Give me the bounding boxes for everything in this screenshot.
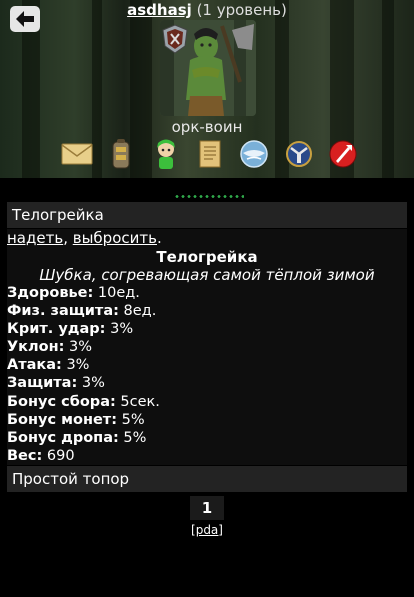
stat-value: 10ед. [97, 285, 140, 301]
stat-label: Здоровье: [7, 285, 94, 301]
class-label: орк-воин [171, 118, 243, 136]
scroll-icon[interactable] [193, 137, 227, 171]
item-name: Телогрейка [156, 248, 258, 266]
pda-link[interactable]: [pda] [191, 523, 223, 537]
pvp-icon[interactable] [326, 137, 360, 171]
stat-label: Вес: [7, 447, 43, 464]
stat-row: Бонус монет: 5% [7, 411, 407, 429]
guild-icon[interactable] [282, 137, 316, 171]
inventory-bag-icon[interactable] [104, 137, 138, 171]
stat-label: Крит. удар: [7, 321, 106, 338]
stat-value: 3% [81, 375, 105, 392]
loading-dots [174, 195, 244, 198]
stat-row: Крит. удар: 3% [7, 320, 407, 338]
stat-label: Защита: [7, 375, 78, 392]
stat-label: Бонус монет: [7, 411, 117, 428]
stat-label: Бонус сбора: [7, 393, 116, 410]
globe-icon[interactable] [237, 137, 271, 171]
stat-value: 690 [46, 447, 75, 464]
username-link[interactable]: asdhasj [127, 1, 192, 19]
stat-row: Бонус дропа: 5% [7, 429, 407, 447]
stat-label: Атака: [7, 357, 62, 374]
stat-row: Вес: 690 [7, 447, 407, 465]
warrior-class-icon [162, 24, 188, 54]
stat-row: Атака: 3% [7, 356, 407, 374]
item-details: надеть, выбросить. Телогрейка Шубка, сог… [7, 229, 407, 465]
drop-link[interactable]: выбросить [73, 229, 157, 247]
stat-label: Физ. защита: [7, 303, 119, 320]
stat-row: Защита: 3% [7, 374, 407, 392]
stat-value: 5% [123, 429, 147, 446]
item-panel-header[interactable]: Телогрейка [7, 202, 407, 228]
profile-menu [60, 137, 360, 171]
item-description: Шубка, согревающая самой тёплой зимой [39, 266, 375, 284]
stat-row: Здоровье: 10ед. [7, 284, 407, 302]
item-panel-title: Телогрейка [12, 206, 104, 224]
item-actions: надеть, выбросить. [7, 229, 407, 247]
stat-row: Физ. защита: 8ед. [7, 302, 407, 320]
stat-value: 3% [110, 321, 134, 338]
stat-value: 3% [66, 357, 90, 374]
next-item-title: Простой топор [12, 470, 130, 488]
next-item-panel[interactable]: Простой топор [7, 466, 407, 492]
actions-separator: , [63, 229, 73, 247]
profile-title: asdhasj (1 уровень) [0, 0, 414, 20]
stat-row: Уклон: 3% [7, 338, 407, 356]
actions-end: . [156, 229, 162, 247]
stat-value: 3% [69, 339, 93, 356]
stat-value: 8ед. [123, 303, 157, 320]
stat-value: 5% [121, 411, 145, 428]
equip-link[interactable]: надеть [7, 229, 63, 247]
friends-icon[interactable] [149, 137, 183, 171]
current-page: 1 [190, 496, 224, 520]
stat-row: Бонус сбора: 5сек. [7, 393, 407, 411]
level-text: (1 уровень) [196, 1, 287, 19]
profile-header: asdhasj (1 уровень) орк-воин [0, 0, 414, 178]
stat-label: Бонус дропа: [7, 429, 119, 446]
mail-icon[interactable] [60, 137, 94, 171]
stat-value: 5сек. [120, 393, 160, 410]
pda-footer: [pda] [0, 523, 414, 537]
stat-label: Уклон: [7, 339, 65, 356]
